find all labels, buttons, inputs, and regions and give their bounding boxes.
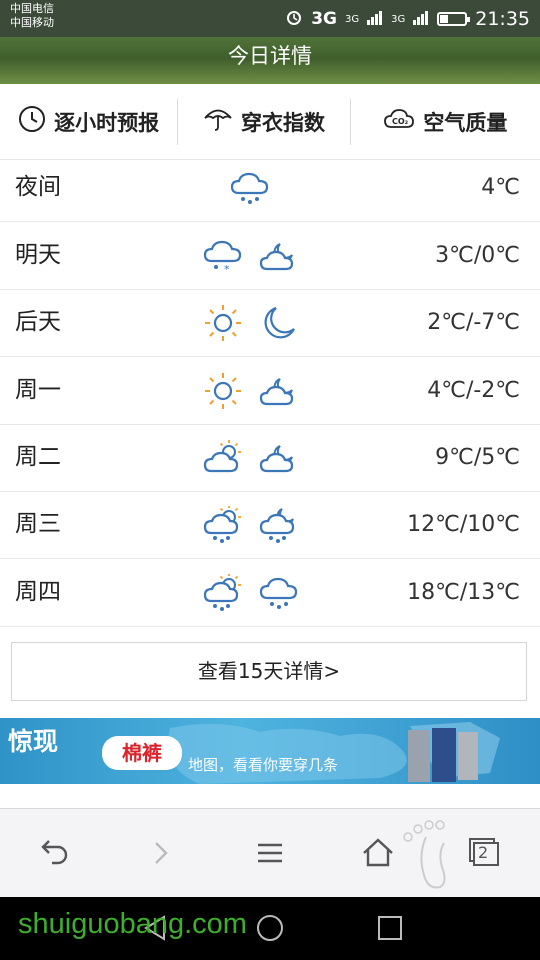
network-3g-label-3: 3G <box>391 13 406 25</box>
battery-icon <box>437 12 471 26</box>
sleet-cloud-icon: * <box>203 240 242 276</box>
status-bar: 中国电信 中国移动 3G 3G 3G 21:35 <box>0 0 540 37</box>
moon-rain-icon <box>259 508 295 543</box>
cloudy-night-icon <box>259 445 294 473</box>
temperature: 2℃/-7℃ <box>427 310 520 335</box>
tab-label: 逐小时预报 <box>54 110 160 135</box>
footprint-watermark-icon <box>403 820 446 889</box>
tab-bar: 逐小时预报 穿衣指数 CO₂ 空气质量 <box>0 84 540 160</box>
weather-icons: * <box>202 236 300 276</box>
cloudy-night-icon <box>259 378 294 406</box>
menu-icon <box>258 843 282 863</box>
temperature: 4℃/-2℃ <box>427 378 520 403</box>
sun-icon <box>205 373 241 409</box>
tab-dressing-index[interactable]: 穿衣指数 <box>177 98 349 145</box>
carrier-1: 中国电信 <box>10 2 54 15</box>
forecast-row[interactable]: 夜间 4℃ <box>0 154 540 222</box>
day-label: 后天 <box>15 309 61 335</box>
signal-icon-2 <box>413 9 429 29</box>
tab-air-quality[interactable]: CO₂ 空气质量 <box>349 98 540 145</box>
forecast-row[interactable]: 周二 9℃/5℃ <box>0 424 540 492</box>
weather-icons <box>202 438 300 478</box>
partly-cloudy-icon <box>203 440 241 473</box>
weather-icons <box>202 371 300 411</box>
ad-badge: 棉裤 <box>102 736 182 770</box>
forecast-row[interactable]: 后天 2℃/-7℃ <box>0 289 540 357</box>
alarm-icon <box>285 8 303 30</box>
tab-label: 穿衣指数 <box>241 110 326 135</box>
forecast-row[interactable]: 周一 4℃/-2℃ <box>0 357 540 425</box>
ad-subtext: 地图，看看你要穿几条 <box>188 756 339 774</box>
sun-rain-icon <box>203 506 241 543</box>
forecast-row[interactable]: 周三 12℃/10℃ <box>0 491 540 559</box>
tab-label: 空气质量 <box>423 110 508 135</box>
back-button[interactable] <box>34 833 74 873</box>
carrier-labels: 中国电信 中国移动 <box>10 2 54 30</box>
temperature: 4℃ <box>481 175 520 200</box>
network-3g-label: 3G <box>311 9 337 29</box>
forecast-row[interactable]: 明天 * 3℃/0℃ <box>0 222 540 290</box>
umbrella-icon <box>203 105 233 138</box>
home-icon <box>363 838 393 867</box>
browser-toolbar: 2 <box>0 808 540 898</box>
temperature: 12℃/10℃ <box>407 512 520 537</box>
menu-button[interactable] <box>250 833 290 873</box>
weather-icons <box>202 505 300 545</box>
forward-arrow-icon <box>155 842 168 864</box>
clock-time: 21:35 <box>475 8 530 30</box>
day-label: 周三 <box>15 511 61 537</box>
day-label: 周二 <box>15 444 61 470</box>
clock-icon <box>18 105 46 138</box>
day-label: 周四 <box>15 579 61 605</box>
ad-headline: 惊现 <box>8 727 59 756</box>
tab-hourly-forecast[interactable]: 逐小时预报 <box>0 99 177 145</box>
view-15-day-button[interactable]: 查看15天详情> <box>11 642 527 701</box>
day-label: 周一 <box>15 377 61 403</box>
weather-icons <box>229 168 271 208</box>
svg-text:CO₂: CO₂ <box>392 117 409 126</box>
weather-icons <box>202 573 300 613</box>
sun-rain-icon <box>203 574 241 611</box>
svg-text:*: * <box>224 263 230 276</box>
forward-button[interactable] <box>142 833 182 873</box>
moon-icon <box>264 306 295 339</box>
co2-cloud-icon: CO₂ <box>383 106 415 137</box>
page-title: 今日详情 <box>228 44 312 68</box>
site-watermark: shuiguobang.com <box>18 908 247 940</box>
temperature: 9℃/5℃ <box>435 445 520 470</box>
cloudy-night-icon <box>259 243 294 271</box>
back-arrow-icon <box>41 840 68 865</box>
rain-cloud-icon <box>230 172 269 204</box>
temperature: 18℃/13℃ <box>407 580 520 605</box>
forecast-row[interactable]: 周四 18℃/13℃ <box>0 559 540 627</box>
network-3g-label-2: 3G <box>344 13 360 25</box>
home-button[interactable] <box>358 833 398 873</box>
day-label: 明天 <box>15 242 61 268</box>
ad-banner[interactable]: 惊现 棉裤 地图，看看你要穿几条 <box>0 718 540 784</box>
day-label: 夜间 <box>15 174 61 200</box>
sun-icon <box>205 305 241 341</box>
tabs-button[interactable]: 2 <box>464 833 504 873</box>
status-right: 3G 3G 3G 21:35 <box>285 4 530 34</box>
temperature: 3℃/0℃ <box>435 243 520 268</box>
carrier-2: 中国移动 <box>10 16 54 29</box>
signal-icon <box>367 9 383 29</box>
rain-cloud-icon <box>259 577 298 609</box>
nav-recents-icon[interactable] <box>375 913 405 943</box>
weather-icons <box>202 303 300 343</box>
nav-home-icon[interactable] <box>255 913 285 943</box>
tab-count: 2 <box>478 843 489 862</box>
